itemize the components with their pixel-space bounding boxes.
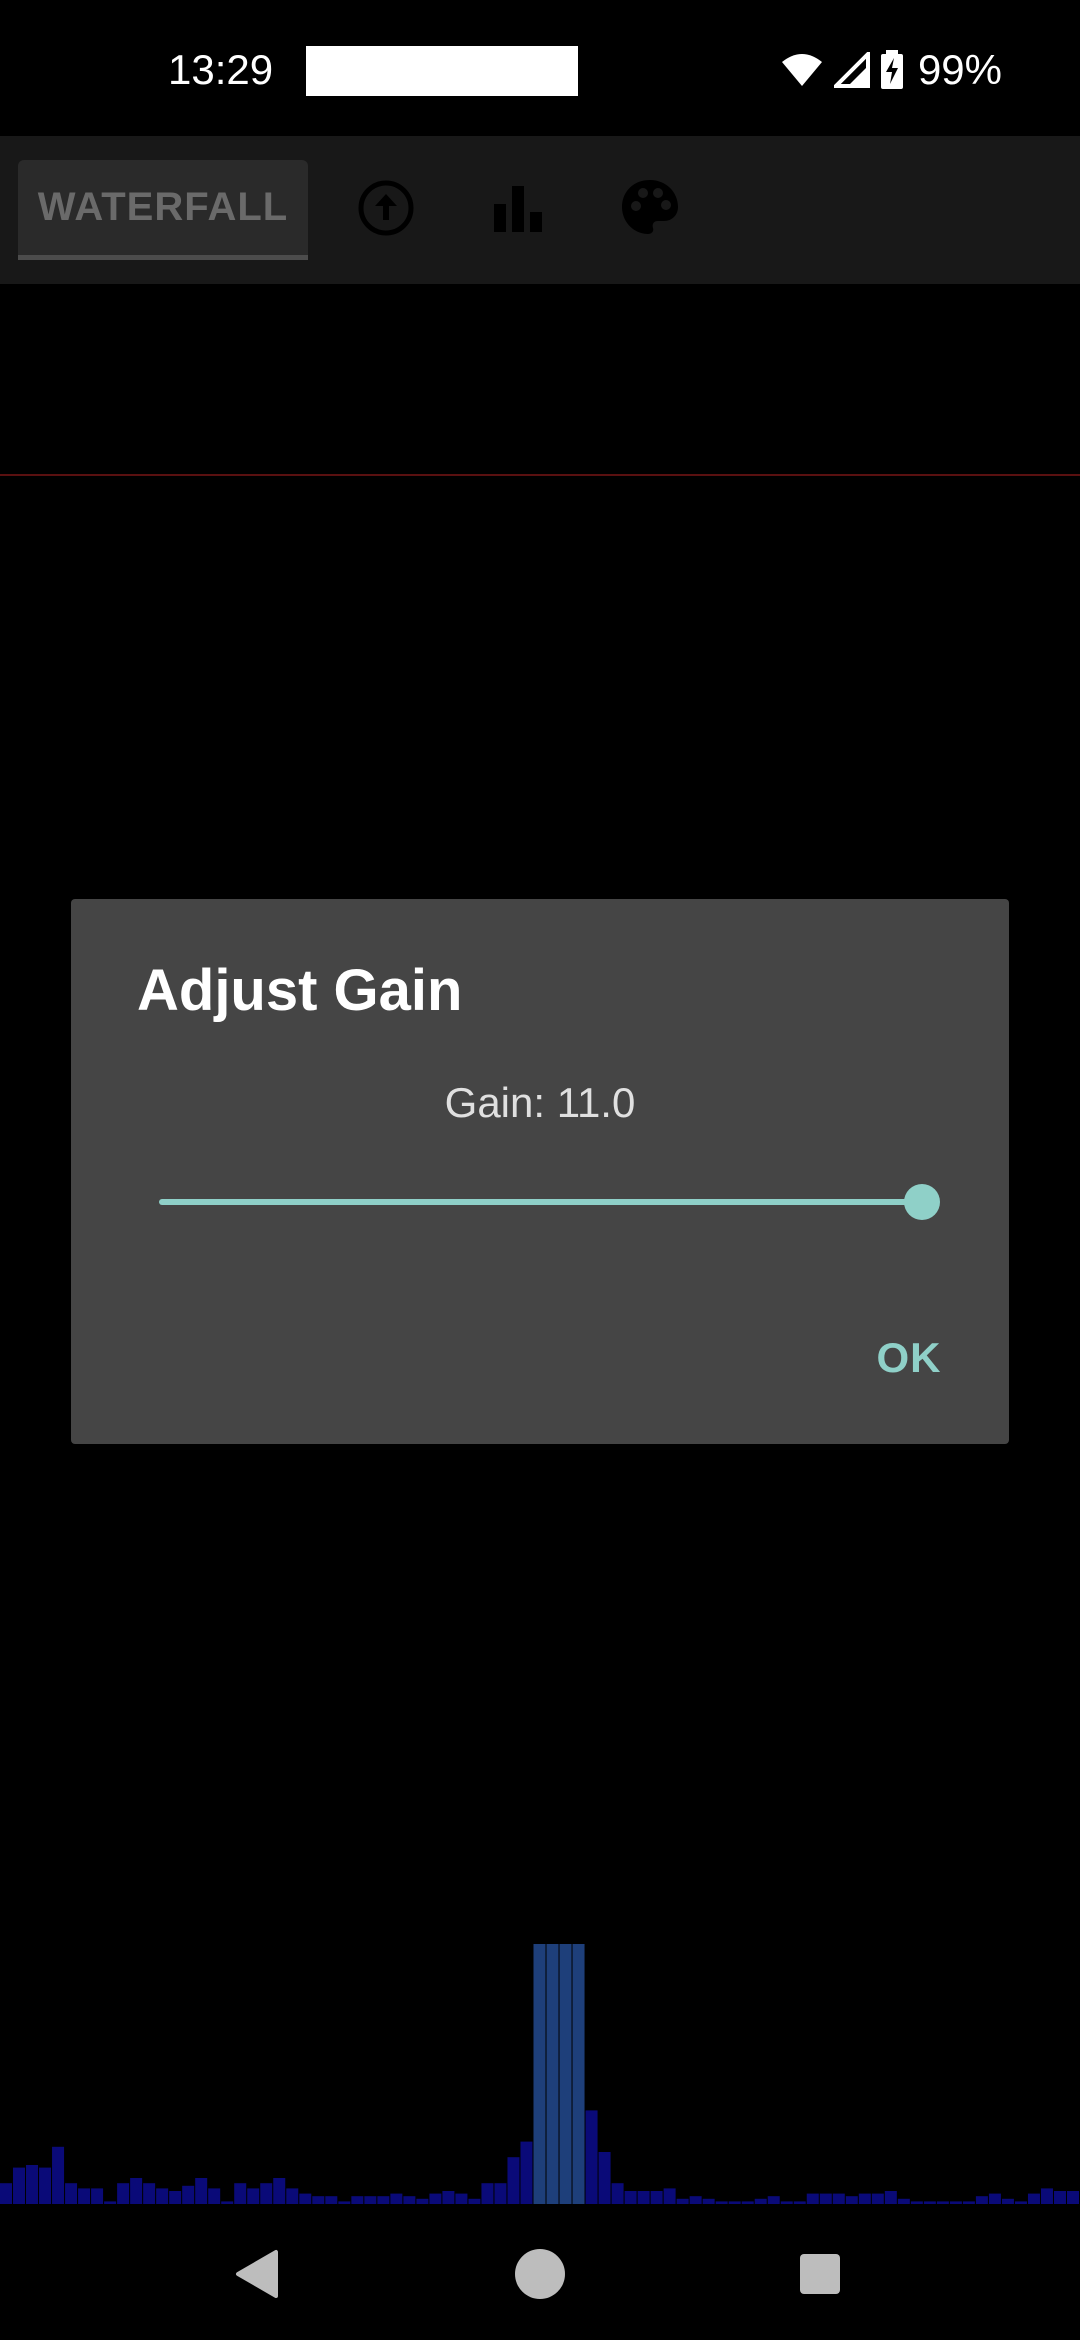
back-icon[interactable] — [226, 2242, 290, 2306]
ok-button[interactable]: OK — [849, 1318, 969, 1398]
spectrum-bar — [403, 2196, 416, 2204]
spectrum-bar — [507, 2157, 520, 2204]
battery-percent: 99% — [917, 46, 1002, 93]
spectrum-bar — [1040, 2188, 1053, 2204]
spectrum-bar — [65, 2183, 78, 2204]
spectrum-bar — [78, 2188, 91, 2204]
spectrum-bar — [156, 2188, 169, 2204]
spectrum-bar — [26, 2165, 39, 2204]
home-icon[interactable] — [508, 2242, 572, 2306]
palette-icon[interactable] — [618, 176, 682, 240]
spectrum-bar — [845, 2196, 858, 2204]
spectrum-bar — [494, 2183, 507, 2204]
status-bar: 13:29 99% — [0, 0, 1080, 136]
battery-charging-icon — [880, 50, 903, 89]
spectrum-bar — [871, 2193, 884, 2204]
spectrum-bar — [884, 2191, 897, 2204]
navigation-bar — [0, 2204, 1080, 2340]
wifi-icon — [781, 54, 822, 86]
spectrum-bar — [689, 2196, 702, 2204]
spectrum-plot — [0, 1944, 1079, 2204]
spectrum-bar — [260, 2183, 273, 2204]
spectrum-bar — [585, 2110, 598, 2204]
spectrum-bar — [390, 2193, 403, 2204]
cursor-line — [0, 474, 1080, 476]
cell-signal-icon — [833, 52, 870, 88]
spectrum-bar — [91, 2188, 104, 2204]
status-time: 13:29 — [168, 46, 274, 93]
bar-chart-icon[interactable] — [486, 176, 550, 240]
spectrum-bar — [273, 2178, 286, 2204]
gain-slider-track[interactable] — [159, 1199, 922, 1205]
spectrum-bar — [169, 2191, 182, 2204]
spectrum-bar — [52, 2146, 65, 2204]
status-icons: 99% — [780, 42, 1002, 98]
spectrum-bar — [1066, 2191, 1079, 2204]
spectrum-bar — [13, 2167, 26, 2204]
spectrum-bar — [195, 2178, 208, 2204]
spectrum-bar — [806, 2193, 819, 2204]
spectrum-bar — [1053, 2191, 1066, 2204]
upload-icon[interactable] — [354, 176, 418, 240]
spectrum-bar — [533, 1944, 546, 2204]
spectrum-bar — [598, 2152, 611, 2204]
spectrum-bar — [364, 2196, 377, 2204]
spectrum-bar — [611, 2183, 624, 2204]
spectrum-bar — [429, 2193, 442, 2204]
spectrum-bar — [767, 2196, 780, 2204]
spectrum-bar — [975, 2196, 988, 2204]
spectrum-bar — [624, 2191, 637, 2204]
screen: 13:29 99% WATERFALL Adjust Gain Gain: 11… — [0, 0, 1080, 2340]
spectrum-bar — [832, 2193, 845, 2204]
spectrum-bar — [1027, 2193, 1040, 2204]
spectrum-bar — [858, 2193, 871, 2204]
spectrum-bar — [286, 2188, 299, 2204]
spectrum-bar — [299, 2193, 312, 2204]
spectrum-bar — [182, 2185, 195, 2204]
spectrum-bar — [39, 2167, 52, 2204]
dialog-title: Adjust Gain — [137, 958, 463, 1023]
spectrum-bar — [988, 2193, 1001, 2204]
tab-waterfall[interactable]: WATERFALL — [18, 160, 308, 260]
spectrum-bar — [325, 2196, 338, 2204]
spectrum-bar — [208, 2188, 221, 2204]
spectrum-bar — [130, 2178, 143, 2204]
spectrum-bar — [442, 2191, 455, 2204]
spectrum-bar — [572, 1944, 585, 2204]
spectrum-bar — [546, 1944, 559, 2204]
spectrum-bar — [312, 2196, 325, 2204]
spectrum-bar — [819, 2193, 832, 2204]
spectrum-bar — [234, 2183, 247, 2204]
spectrum-bar — [455, 2193, 468, 2204]
gain-slider-thumb[interactable] — [904, 1184, 940, 1220]
spectrum-bar — [351, 2196, 364, 2204]
adjust-gain-dialog: Adjust Gain Gain: 11.0 OK — [71, 899, 1009, 1444]
gain-value-label: Gain: 11.0 — [444, 1079, 636, 1126]
spectrum-bar — [377, 2196, 390, 2204]
spectrum-bar — [637, 2191, 650, 2204]
spectrum-bar — [520, 2141, 533, 2204]
toolbar: WATERFALL — [0, 136, 1080, 284]
spectrum-bar — [481, 2183, 494, 2204]
spectrum-bar — [559, 1944, 572, 2204]
redacted-block — [306, 46, 578, 96]
spectrum-bar — [663, 2188, 676, 2204]
spectrum-bar — [143, 2183, 156, 2204]
spectrum-bar — [0, 2183, 13, 2204]
spectrum-bar — [650, 2191, 663, 2204]
spectrum-bar — [117, 2183, 130, 2204]
spectrum-bar — [247, 2188, 260, 2204]
recents-icon[interactable] — [788, 2242, 852, 2306]
